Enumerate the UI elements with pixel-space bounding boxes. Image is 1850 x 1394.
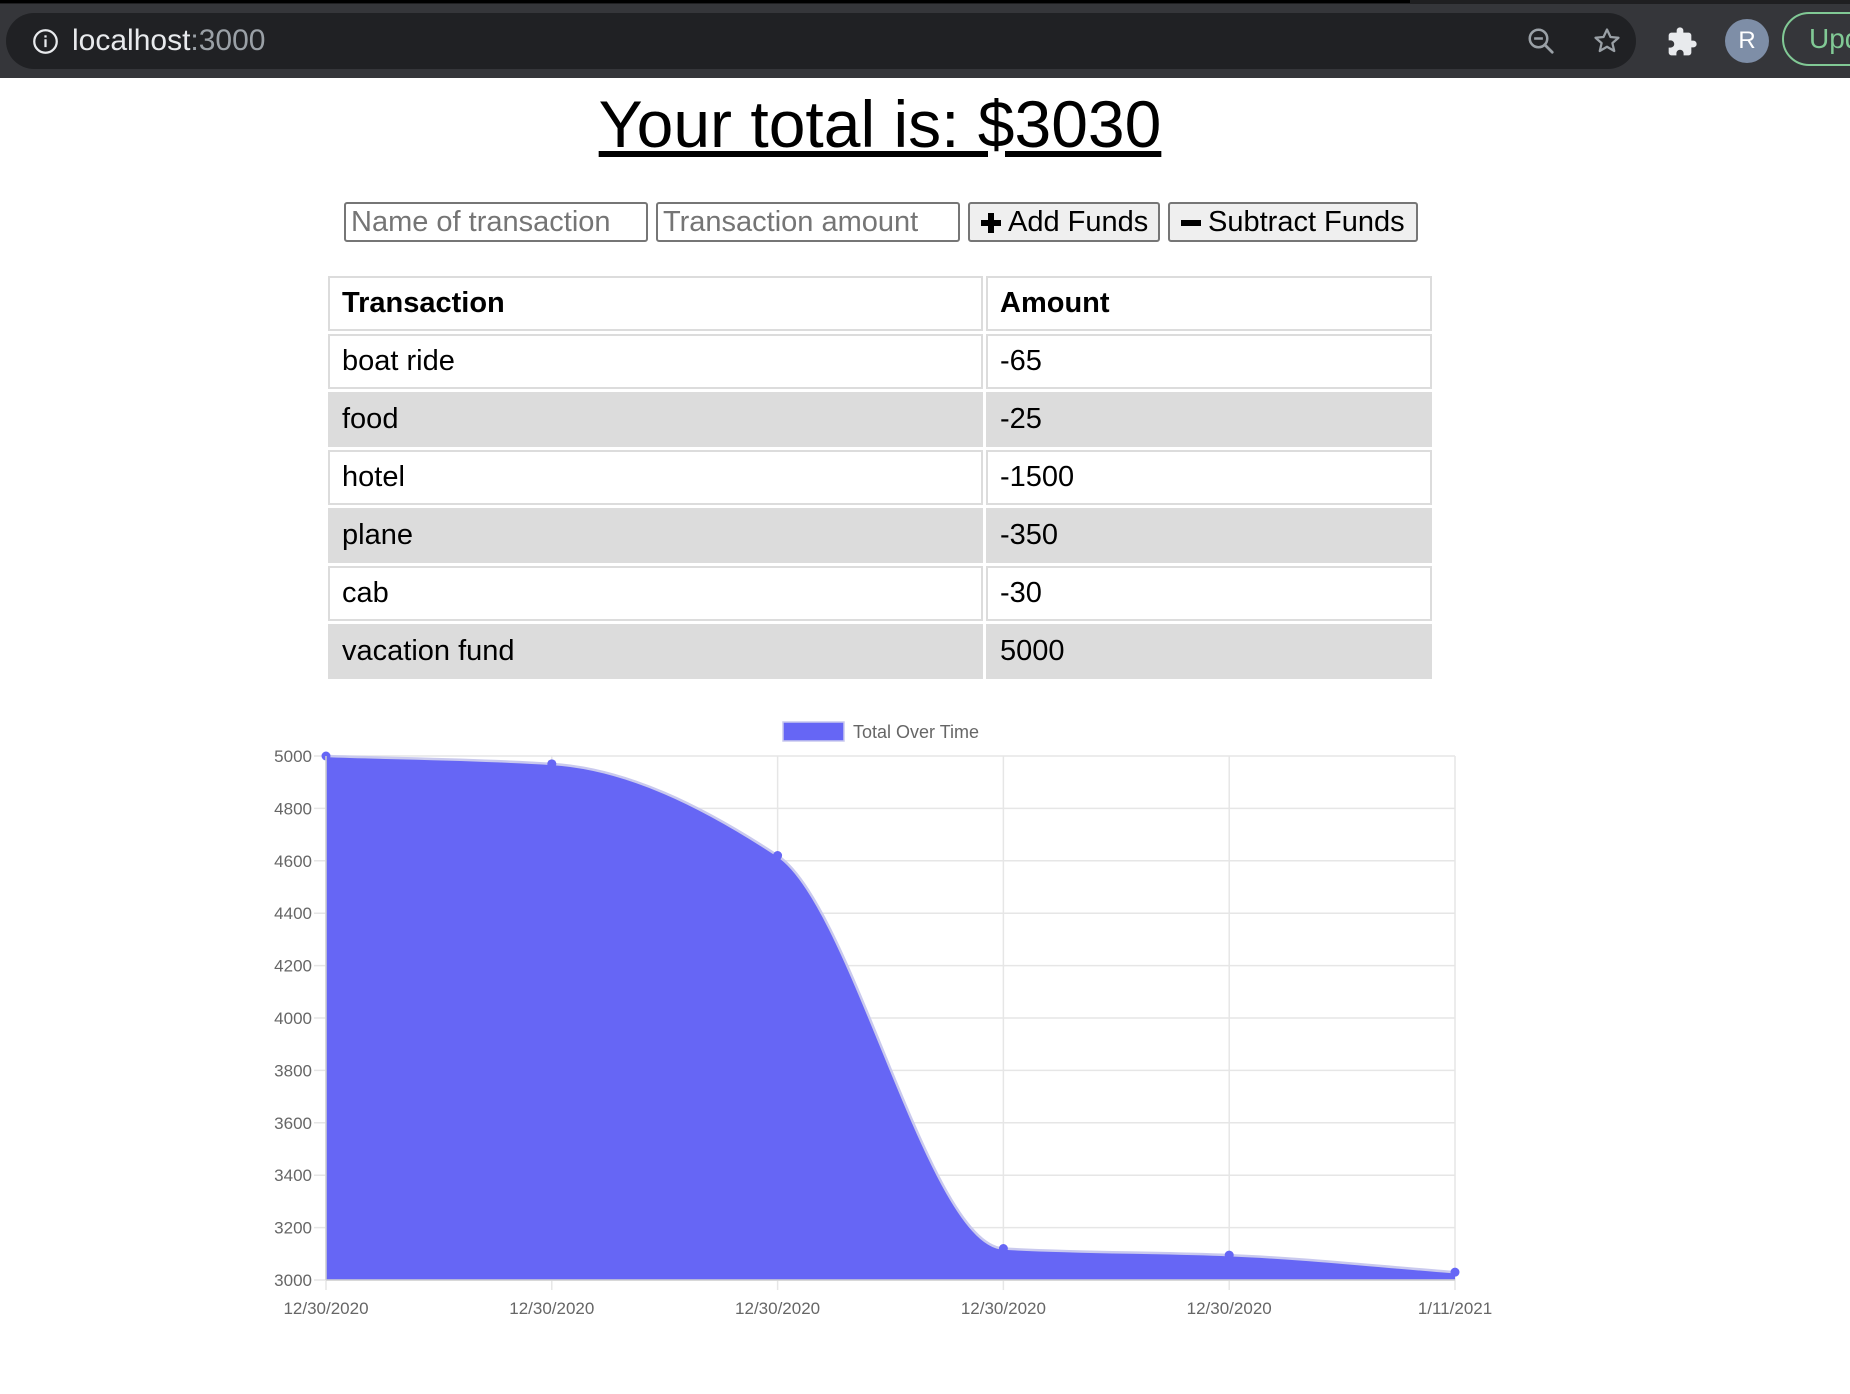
y-tick-label: 3200	[274, 1219, 312, 1238]
update-button[interactable]: Update	[1782, 12, 1850, 66]
x-tick-label: 12/30/2020	[509, 1299, 594, 1318]
x-tick-label: 12/30/2020	[283, 1299, 368, 1318]
browser-toolbar: localhost:3000 R Update	[0, 4, 1850, 78]
y-tick-label: 3600	[274, 1114, 312, 1133]
table-row: boat ride -65	[328, 334, 1432, 389]
x-tick-label: 12/30/2020	[735, 1299, 820, 1318]
plus-icon	[981, 213, 1001, 233]
zoom-out-icon[interactable]	[1526, 26, 1556, 56]
transactions-table: Transaction Amount boat ride -65 food -2…	[325, 273, 1435, 682]
table-row: vacation fund 5000	[328, 624, 1432, 679]
transaction-amount-cell: -25	[986, 392, 1432, 447]
y-tick-label: 4800	[274, 799, 312, 818]
series-area	[326, 756, 1455, 1280]
tab-strip	[0, 0, 1410, 3]
table-row: food -25	[328, 392, 1432, 447]
transaction-amount-cell: -350	[986, 508, 1432, 563]
data-point	[321, 751, 331, 761]
y-tick-label: 4000	[274, 1009, 312, 1028]
transaction-amount-cell: -1500	[986, 450, 1432, 505]
transaction-name-input[interactable]	[344, 202, 648, 242]
profile-avatar[interactable]: R	[1725, 19, 1769, 63]
table-header-row: Transaction Amount	[328, 276, 1432, 331]
transaction-name-cell: food	[328, 392, 983, 447]
y-tick-label: 4200	[274, 957, 312, 976]
transaction-amount-cell: -30	[986, 566, 1432, 621]
add-funds-button[interactable]: Add Funds	[968, 202, 1160, 242]
subtract-funds-label: Subtract Funds	[1208, 206, 1405, 238]
y-tick-label: 4400	[274, 904, 312, 923]
table-row: plane -350	[328, 508, 1432, 563]
add-funds-label: Add Funds	[1008, 206, 1149, 238]
y-tick-label: 5000	[274, 747, 312, 766]
transaction-name-cell: vacation fund	[328, 624, 983, 679]
header-amount: Amount	[986, 276, 1432, 331]
bookmark-star-icon[interactable]	[1592, 26, 1622, 56]
y-tick-label: 3800	[274, 1061, 312, 1080]
transaction-name-cell: plane	[328, 508, 983, 563]
y-tick-label: 3000	[274, 1271, 312, 1290]
address-bar[interactable]: localhost:3000	[6, 13, 1636, 69]
data-point	[547, 759, 557, 769]
data-point	[1450, 1267, 1460, 1277]
url-host: localhost	[72, 24, 191, 57]
url-text[interactable]: localhost:3000	[72, 23, 265, 59]
extensions-puzzle-icon[interactable]	[1666, 26, 1698, 58]
url-port: :3000	[190, 24, 266, 57]
total-heading: Your total is: $3030	[598, 87, 1162, 161]
transaction-amount-cell: -65	[986, 334, 1432, 389]
legend-swatch	[782, 721, 845, 742]
data-point	[1224, 1250, 1234, 1260]
transaction-amount-input[interactable]	[656, 202, 960, 242]
transaction-name-cell: hotel	[328, 450, 983, 505]
legend-label: Total Over Time	[853, 722, 979, 742]
minus-icon	[1181, 220, 1201, 226]
table-row: cab -30	[328, 566, 1432, 621]
x-tick-label: 12/30/2020	[961, 1299, 1046, 1318]
subtract-funds-button[interactable]: Subtract Funds	[1168, 202, 1418, 242]
info-icon[interactable]	[32, 28, 59, 55]
header-transaction: Transaction	[328, 276, 983, 331]
transaction-amount-cell: 5000	[986, 624, 1432, 679]
transaction-name-cell: boat ride	[328, 334, 983, 389]
y-tick-label: 4600	[274, 852, 312, 871]
series-line	[325, 754, 1456, 1274]
transaction-name-cell: cab	[328, 566, 983, 621]
x-tick-label: 1/11/2021	[1418, 1299, 1492, 1318]
data-point	[998, 1244, 1008, 1254]
table-row: hotel -1500	[328, 450, 1432, 505]
y-tick-label: 3400	[274, 1166, 312, 1185]
data-point	[773, 851, 783, 861]
x-tick-label: 12/30/2020	[1187, 1299, 1272, 1318]
